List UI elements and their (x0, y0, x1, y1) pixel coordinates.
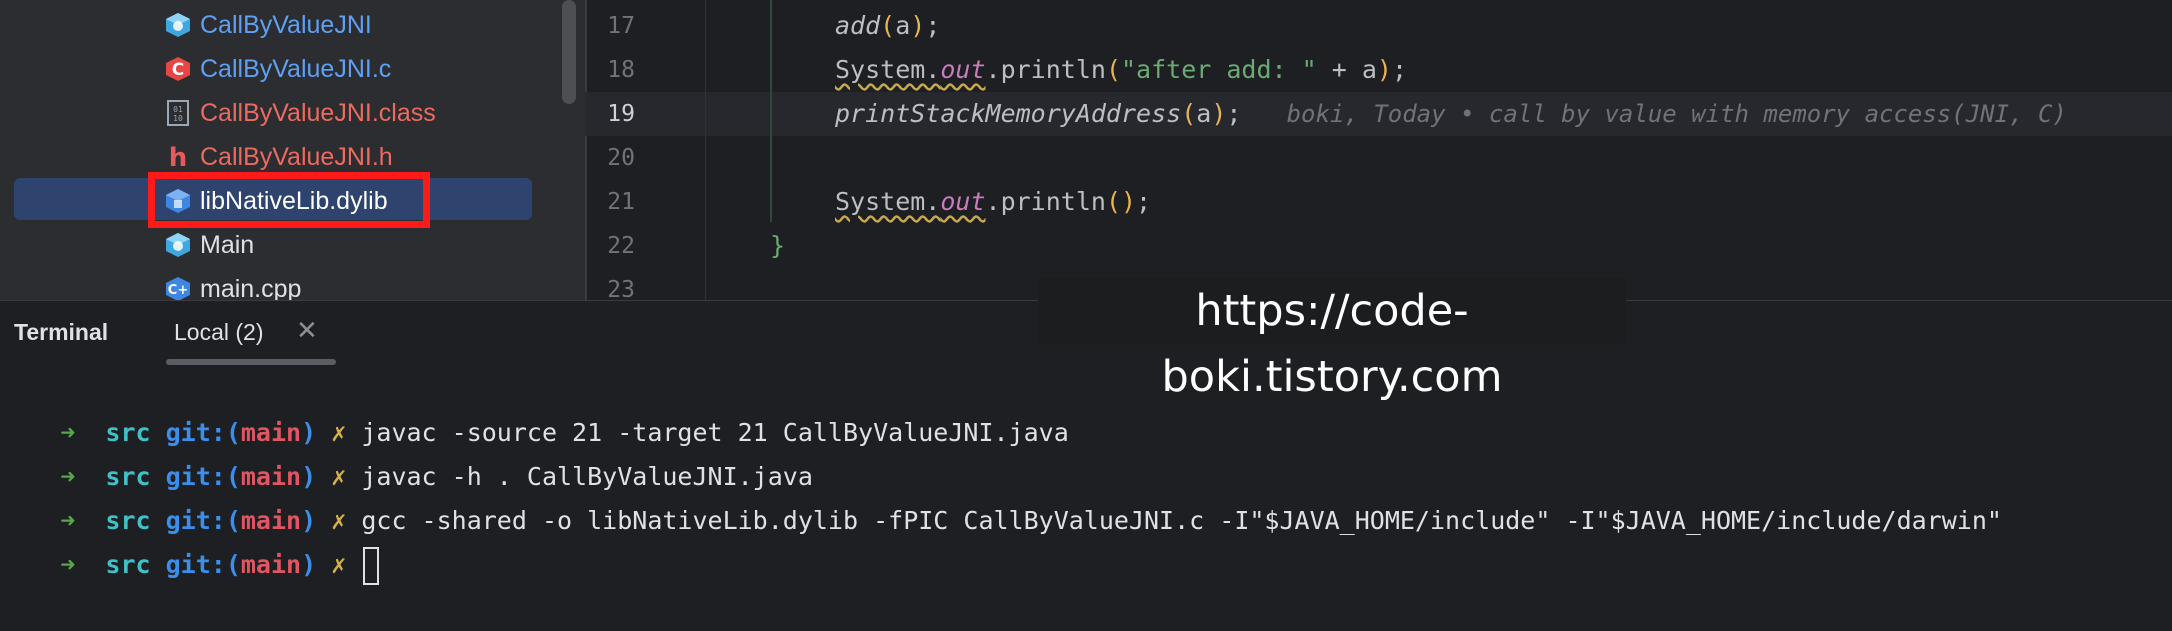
line-number: 21 (607, 189, 635, 215)
tab-local[interactable]: Local (2) (174, 319, 263, 346)
code-text: } (770, 231, 786, 260)
java-class-icon (164, 231, 192, 259)
code-line-21: 21 System.out.println(); (585, 180, 2172, 224)
code-line-17: 17 add(a); (585, 4, 2172, 48)
svg-text:C+: C+ (168, 283, 188, 298)
prompt-dirty-mark: ✗ (331, 550, 347, 579)
terminal-line[interactable]: ➜ src git:(main) ✗ (0, 499, 380, 585)
terminal-cursor (363, 547, 380, 585)
tree-item-label: CallByValueJNI.c (200, 54, 392, 83)
line-number: 20 (607, 145, 635, 171)
git-blame-hint: boki, Today • call by value with memory … (1286, 100, 2067, 128)
line-number: 18 (607, 57, 635, 83)
code-line-18: 18 System.out.println("after add: " + a)… (585, 48, 2172, 92)
line-number: 23 (607, 277, 635, 300)
code-editor[interactable]: 17 add(a); 18 System.out.println("after … (585, 0, 2172, 300)
code-line-20: 20 (585, 136, 2172, 180)
tree-item-label: CallByValueJNI.h (200, 142, 393, 171)
tree-item-main-cpp[interactable]: C+ main.cpp (0, 267, 585, 300)
line-number: 22 (607, 233, 635, 259)
tree-item-main[interactable]: Main (0, 223, 585, 267)
line-number: 17 (607, 13, 635, 39)
prompt-git-end: ) (301, 550, 317, 579)
svg-text:C: C (172, 60, 184, 80)
prompt-arrow: ➜ (60, 550, 76, 579)
code-line-22: 22 } (585, 224, 2172, 268)
svg-text:10: 10 (173, 114, 183, 123)
line-number: 19 (607, 101, 635, 127)
tree-item-label: CallByValueJNI.class (200, 98, 436, 127)
code-text: add(a); (835, 11, 941, 40)
h-header-file-icon: h (164, 143, 192, 171)
tree-item-label: Main (200, 230, 255, 259)
tree-item-label: main.cpp (200, 274, 302, 301)
tree-item-callbyvaluejni-class[interactable]: 01 10 CallByValueJNI.class (0, 91, 585, 135)
terminal-line: ➜ src git:(main) ✗ gcc -shared -o libNat… (0, 455, 2002, 535)
code-text: System.out.println("after add: " + a); (835, 55, 1408, 84)
terminal-title: Terminal (14, 319, 109, 345)
terminal-line: ➜ src git:(main) ✗ javac -source 21 -tar… (0, 367, 1069, 447)
code-text: printStackMemoryAddress(a); boki, Today … (835, 99, 2067, 128)
tree-item-callbyvaluejni[interactable]: CallByValueJNI (0, 3, 585, 47)
c-file-icon: C (164, 55, 192, 83)
java-class-icon (164, 11, 192, 39)
project-file-tree: CallByValueJNI C CallByValueJNI.c 01 10 C… (0, 0, 585, 300)
terminal-panel[interactable]: Terminal Local (2) ✕ ➜ src git:(main) ✗ … (0, 300, 2172, 601)
tree-item-callbyvaluejni-c[interactable]: C CallByValueJNI.c (0, 47, 585, 91)
code-line-19: 19 printStackMemoryAddress(a); boki, Tod… (585, 92, 2172, 136)
terminal-line: ➜ src git:(main) ✗ javac -h . CallByValu… (0, 411, 813, 491)
prompt-dir: src (105, 550, 151, 579)
red-highlight-box (148, 172, 430, 228)
terminal-command: gcc -shared -o libNativeLib.dylib -fPIC … (361, 506, 2002, 535)
code-text: System.out.println(); (835, 187, 1152, 216)
cpp-file-icon: C+ (164, 275, 192, 300)
prompt-git: git:( (165, 550, 241, 579)
active-tab-indicator (166, 359, 336, 365)
close-icon[interactable]: ✕ (296, 315, 318, 346)
prompt-branch: main (240, 550, 302, 579)
svg-text:h: h (169, 144, 188, 170)
blog-watermark: https://code-boki.tistory.com (1038, 278, 1626, 402)
binary-class-file-icon: 01 10 (164, 99, 192, 127)
tree-scrollbar[interactable] (562, 0, 576, 104)
svg-text:01: 01 (173, 105, 183, 114)
tree-item-label: CallByValueJNI (200, 10, 372, 39)
